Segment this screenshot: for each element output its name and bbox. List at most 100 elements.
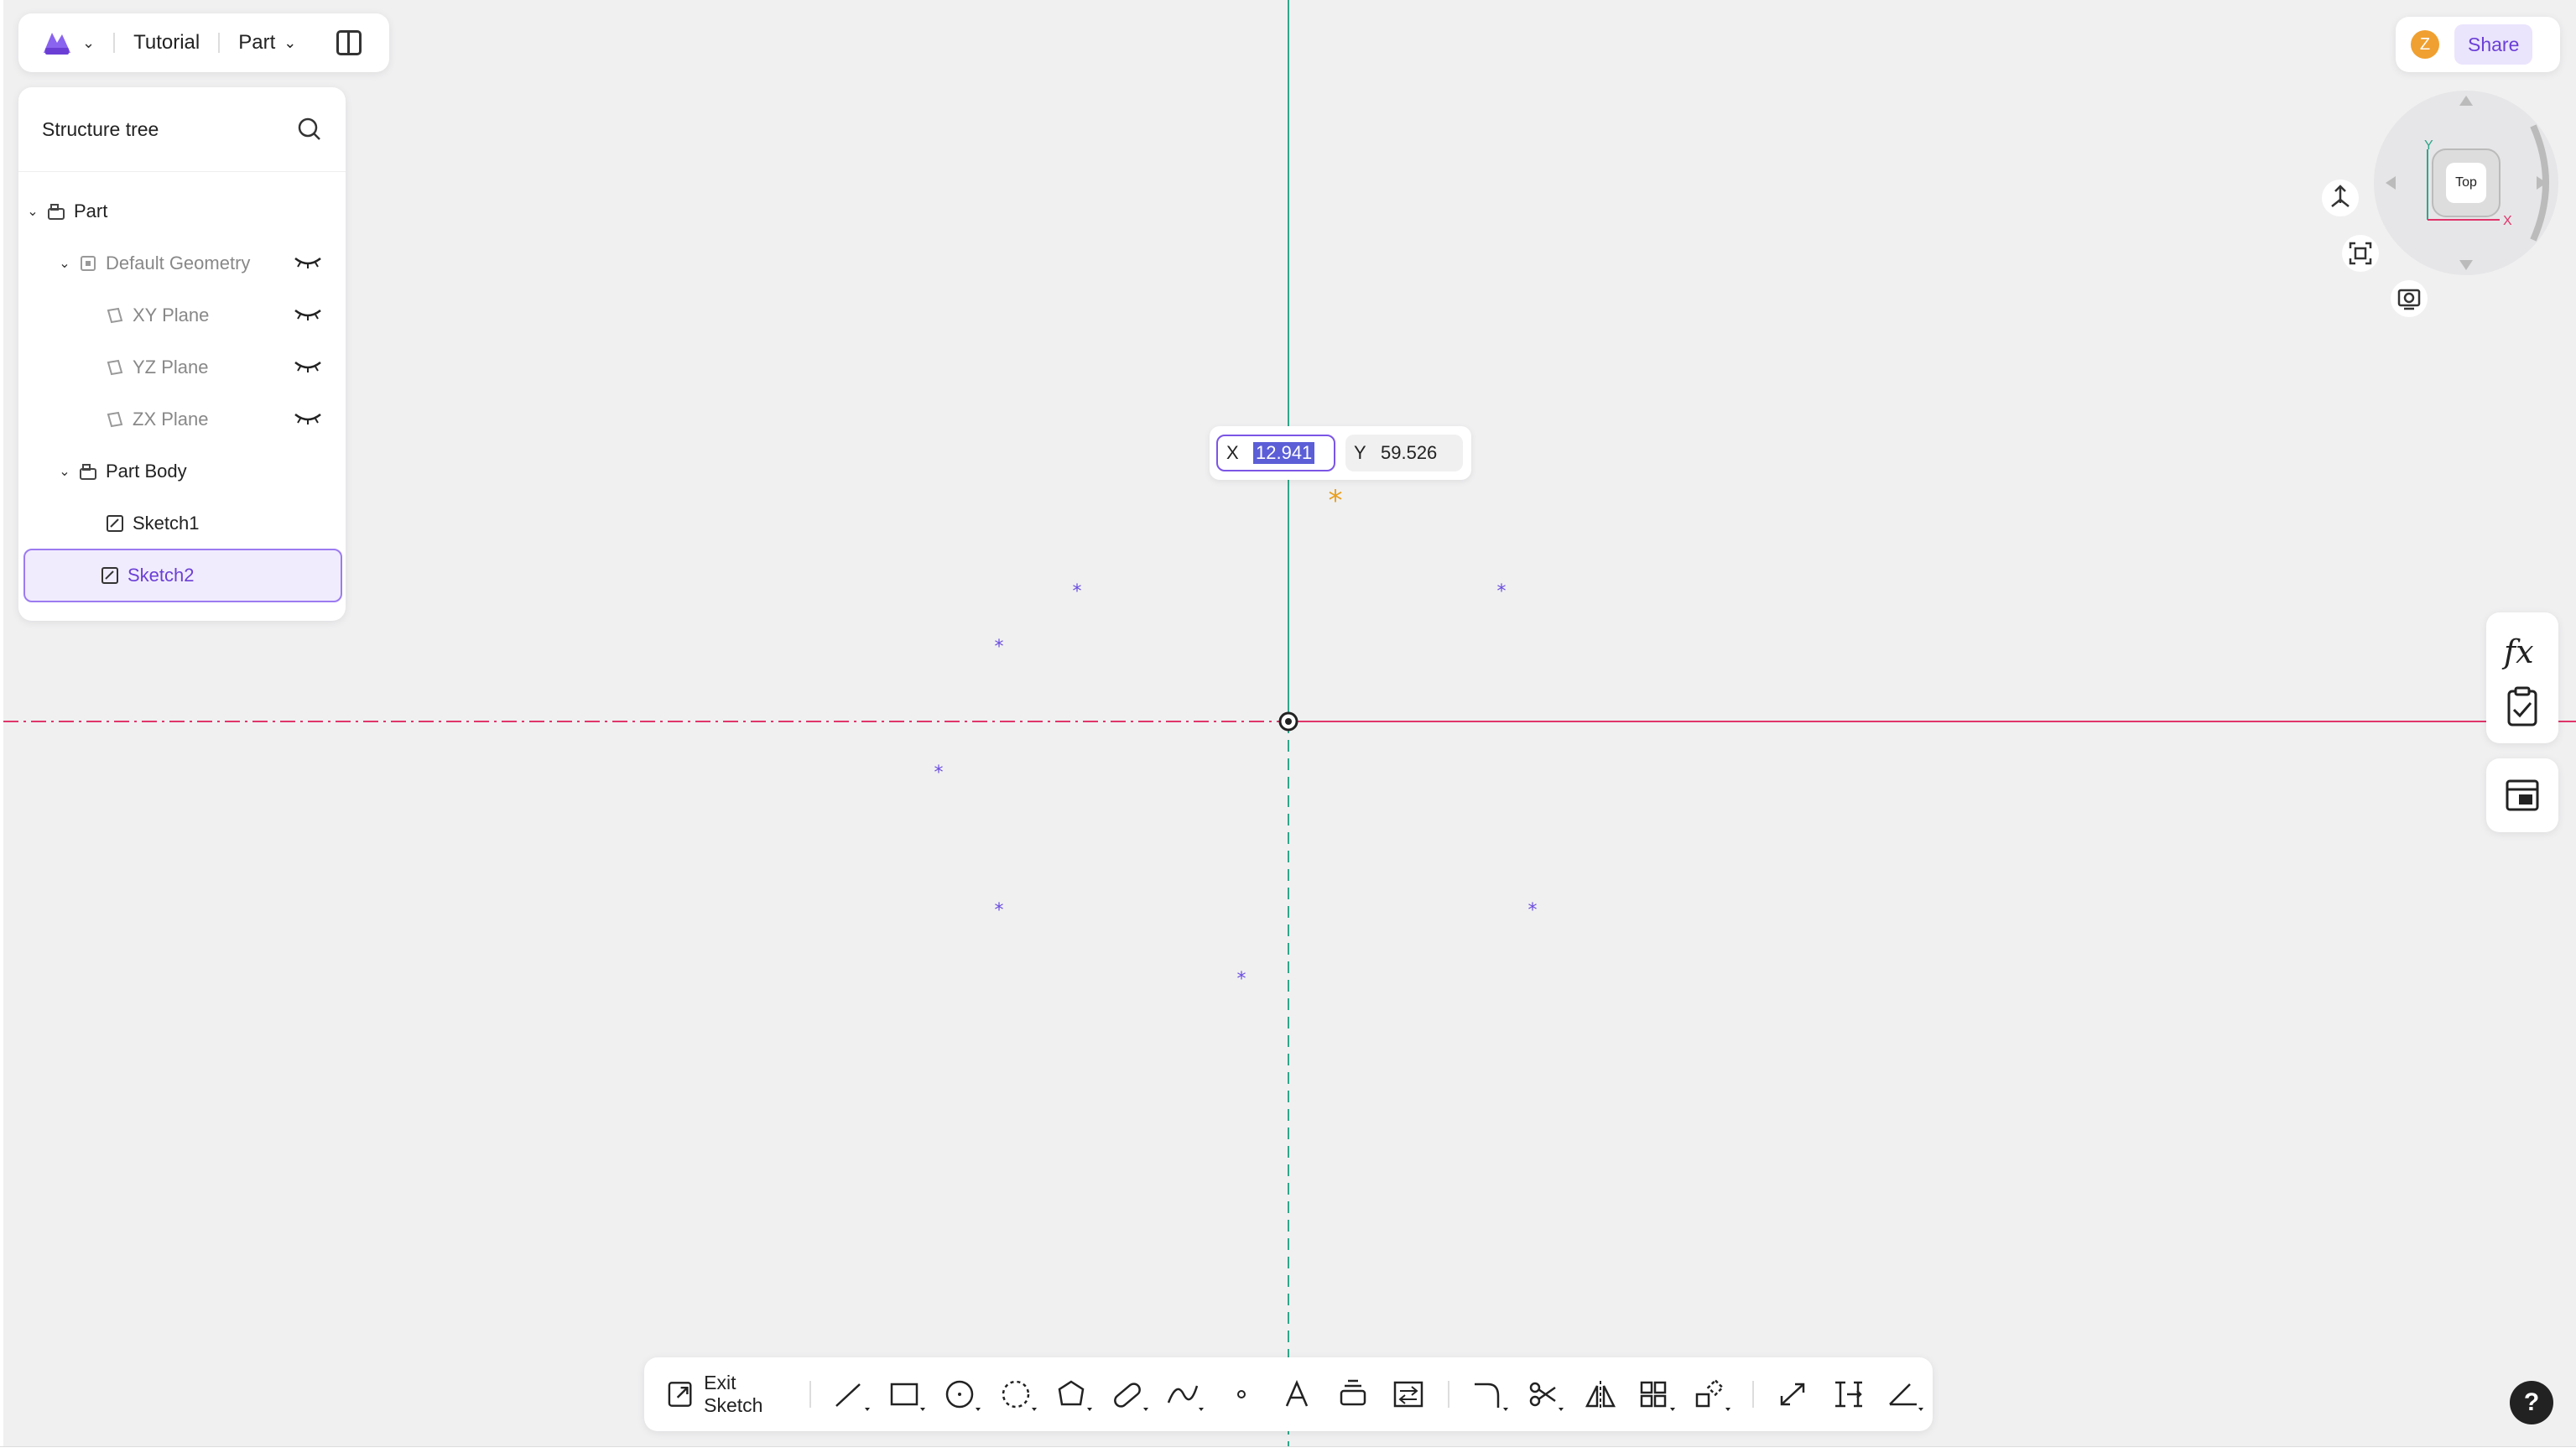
axis-y-label: Y (2424, 138, 2433, 153)
tree-item-label: Sketch2 (127, 565, 195, 586)
tree-item-label: YZ Plane (133, 357, 209, 378)
mirror-icon (1585, 1381, 1616, 1408)
eye-closed-icon[interactable] (294, 357, 322, 374)
right-tools-panel: fx (2486, 612, 2558, 743)
panel-toggle-icon[interactable] (336, 30, 362, 55)
plane-icon (106, 358, 124, 377)
chevron-down-icon: ⌄ (284, 34, 297, 51)
chevron-down-icon[interactable]: ⌄ (57, 255, 72, 272)
transform-tool[interactable] (1684, 1369, 1740, 1419)
spline-icon (1168, 1385, 1205, 1411)
part-icon (47, 202, 65, 221)
app-logo-icon[interactable] (40, 28, 74, 58)
mode-label: Part (238, 31, 276, 54)
circle-icon (946, 1380, 981, 1411)
transfer-tool[interactable] (1381, 1369, 1436, 1419)
part-body-icon (79, 462, 97, 481)
eye-closed-icon[interactable] (294, 409, 322, 426)
view-navigator[interactable]: Y X Top (2307, 84, 2558, 361)
dimension-icon (1780, 1383, 1804, 1406)
tree-item-xy-plane[interactable]: XY Plane (25, 290, 339, 341)
project-name[interactable]: Tutorial (133, 31, 200, 55)
arc-icon (1002, 1380, 1037, 1411)
tree-item-sketch1[interactable]: Sketch1 (25, 498, 339, 549)
angle-icon (1888, 1383, 1923, 1411)
text-tool[interactable] (1269, 1369, 1324, 1419)
eye-closed-icon[interactable] (294, 305, 322, 322)
display-settings-icon[interactable] (2389, 279, 2429, 319)
tree-item-label: Part (74, 201, 108, 221)
share-bar: Z Share (2396, 17, 2560, 72)
sketch-point[interactable]: * (1497, 581, 1507, 602)
tree-item-label: Default Geometry (106, 253, 251, 273)
sketch-point[interactable]: * (934, 763, 944, 784)
slot-icon (1113, 1383, 1148, 1411)
dimension-tool[interactable] (1766, 1369, 1821, 1419)
share-button[interactable]: Share (2454, 24, 2533, 65)
mode-dropdown[interactable]: Part ⌄ (238, 31, 296, 55)
tree-item-zx-plane[interactable]: ZX Plane (25, 394, 339, 445)
chevron-down-icon[interactable]: ⌄ (25, 203, 40, 220)
line-tool[interactable] (823, 1369, 878, 1419)
fit-view-icon[interactable] (2340, 233, 2381, 273)
pattern-tool[interactable] (1629, 1369, 1684, 1419)
sketch-canvas[interactable]: * * * * * * * * (0, 0, 2576, 1452)
chevron-down-icon[interactable]: ⌄ (82, 34, 95, 52)
divider (113, 33, 116, 53)
tree-item-part[interactable]: ⌄ Part (25, 186, 339, 237)
panel-title: Structure tree (42, 117, 159, 140)
tree-item-part-body[interactable]: ⌄ Part Body (25, 446, 339, 497)
home-view-icon[interactable] (2320, 178, 2360, 218)
rectangle-tool[interactable] (879, 1369, 934, 1419)
chevron-down-icon[interactable]: ⌄ (57, 463, 72, 480)
x-value[interactable]: 12.941 (1253, 442, 1315, 464)
polygon-tool[interactable] (1046, 1369, 1101, 1419)
search-icon[interactable] (297, 117, 322, 142)
exit-sketch-icon (668, 1382, 692, 1407)
angle-tool[interactable] (1876, 1369, 1932, 1419)
divider (1448, 1381, 1450, 1408)
trim-tool[interactable] (1517, 1369, 1573, 1419)
geometry-folder-icon (79, 254, 97, 273)
tree-item-yz-plane[interactable]: YZ Plane (25, 342, 339, 393)
avatar[interactable]: Z (2411, 30, 2439, 59)
svg-text:fx: fx (2501, 633, 2534, 670)
x-label: X (1226, 442, 1239, 463)
sketch-point[interactable]: * (1237, 969, 1246, 990)
fillet-icon (1474, 1383, 1508, 1411)
y-value[interactable]: 59.526 (1381, 442, 1437, 464)
mirror-tool[interactable] (1573, 1369, 1628, 1419)
y-label: Y (1354, 442, 1366, 463)
exit-sketch-label: Exit Sketch (704, 1372, 763, 1416)
formula-icon[interactable]: fx (2497, 629, 2547, 674)
offset-icon (1340, 1379, 1366, 1406)
sketch-point[interactable]: * (995, 637, 1004, 658)
tree-item-default-geometry[interactable]: ⌄ Default Geometry (25, 238, 339, 289)
help-button[interactable]: ? (2510, 1381, 2553, 1424)
eye-closed-icon[interactable] (294, 253, 322, 270)
offset-tool[interactable] (1324, 1369, 1380, 1419)
polygon-icon (1059, 1380, 1093, 1411)
sketch-icon (101, 566, 119, 585)
trim-icon (1529, 1382, 1564, 1411)
circle-tool[interactable] (934, 1369, 990, 1419)
arc-tool[interactable] (991, 1369, 1046, 1419)
sketch-point[interactable]: * (995, 900, 1004, 921)
transform-icon (1696, 1378, 1731, 1411)
cursor-point: * (1329, 484, 1343, 518)
checklist-icon[interactable] (2497, 685, 2547, 730)
sketch-toolbar: Exit Sketch (644, 1357, 1933, 1431)
constraint-tool[interactable] (1821, 1369, 1876, 1419)
table-icon[interactable] (2497, 773, 2547, 818)
y-coordinate-field[interactable]: Y 59.526 (1345, 435, 1463, 471)
structure-tree-panel: Structure tree ⌄ Part ⌄ Default Geometry… (18, 87, 346, 621)
slot-tool[interactable] (1102, 1369, 1158, 1419)
tree-item-sketch2[interactable]: Sketch2 (23, 549, 342, 602)
fillet-tool[interactable] (1461, 1369, 1517, 1419)
sketch-point[interactable]: * (1073, 581, 1082, 602)
x-coordinate-field[interactable]: X 12.941 (1216, 435, 1335, 471)
point-tool[interactable] (1214, 1369, 1269, 1419)
sketch-point[interactable]: * (1528, 900, 1538, 921)
spline-tool[interactable] (1158, 1369, 1213, 1419)
exit-sketch-button[interactable]: Exit Sketch (666, 1372, 798, 1417)
